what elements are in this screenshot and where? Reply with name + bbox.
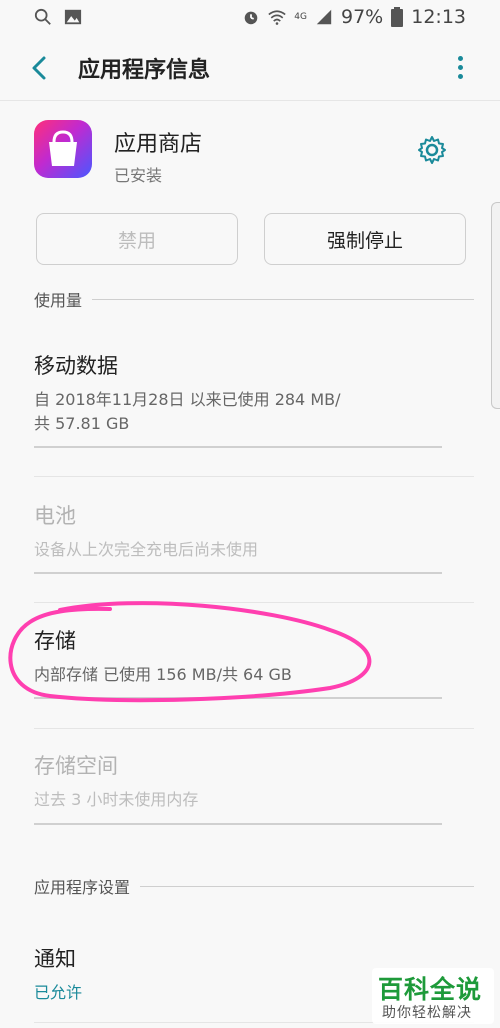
storage-item[interactable]: 存储 内部存储 已使用 156 MB/共 64 GB bbox=[34, 625, 444, 687]
clock: 12:13 bbox=[411, 6, 466, 28]
mobile-data-title: 移动数据 bbox=[34, 354, 118, 378]
mobile-data-subtitle: 自 2018年11月28日 以来已使用 284 MB/ 共 57.81 GB bbox=[34, 388, 444, 436]
battery-item[interactable]: 电池 设备从上次完全充电后尚未使用 bbox=[34, 500, 444, 562]
disable-button[interactable]: 禁用 bbox=[36, 213, 238, 265]
battery-usage-bar bbox=[34, 572, 442, 574]
app-settings-section-header: 应用程序设置 bbox=[34, 874, 474, 898]
scroll-edge-indicator bbox=[491, 202, 500, 409]
memory-usage-bar bbox=[34, 823, 442, 825]
app-header: 应用商店 已安装 bbox=[0, 102, 500, 202]
search-icon bbox=[34, 8, 51, 25]
app-store-logo-icon bbox=[34, 120, 92, 178]
watermark-subtitle: 助你轻松解决 bbox=[382, 1005, 472, 1021]
mobile-data-item[interactable]: 移动数据 自 2018年11月28日 以来已使用 284 MB/ 共 57.81… bbox=[34, 350, 444, 436]
alarm-icon bbox=[244, 11, 258, 25]
list-divider bbox=[34, 602, 474, 603]
storage-title: 存储 bbox=[34, 629, 76, 653]
status-bar: 4G 97% 12:13 bbox=[0, 0, 500, 36]
section-divider bbox=[140, 885, 474, 887]
app-install-status: 已安装 bbox=[114, 166, 163, 185]
storage-usage-bar bbox=[34, 697, 442, 699]
list-divider bbox=[34, 728, 474, 729]
app-settings-section-label: 应用程序设置 bbox=[34, 878, 131, 897]
image-icon bbox=[64, 9, 82, 25]
signal-icon bbox=[316, 9, 332, 25]
memory-item[interactable]: 存储空间 过去 3 小时未使用内存 bbox=[34, 750, 444, 812]
force-stop-button[interactable]: 强制停止 bbox=[264, 213, 466, 265]
status-left-icons bbox=[34, 8, 82, 26]
mobile-data-subtitle-line2: 共 57.81 GB bbox=[34, 414, 130, 433]
app-name: 应用商店 bbox=[114, 132, 203, 157]
battery-icon bbox=[391, 7, 404, 27]
page-title: 应用程序信息 bbox=[78, 58, 211, 83]
section-divider bbox=[92, 298, 474, 300]
battery-percent: 97% bbox=[341, 6, 384, 28]
usage-section-label: 使用量 bbox=[34, 291, 83, 310]
battery-title: 电池 bbox=[34, 504, 76, 528]
memory-title: 存储空间 bbox=[34, 754, 118, 778]
wifi-icon bbox=[268, 10, 286, 25]
app-bar: 应用程序信息 bbox=[0, 36, 500, 101]
storage-subtitle: 内部存储 已使用 156 MB/共 64 GB bbox=[34, 665, 292, 684]
usage-section-header: 使用量 bbox=[34, 287, 474, 311]
list-divider bbox=[34, 476, 474, 477]
back-arrow-icon[interactable] bbox=[22, 50, 58, 86]
network-type-label: 4G bbox=[294, 12, 307, 22]
memory-subtitle: 过去 3 小时未使用内存 bbox=[34, 790, 199, 809]
mobile-data-subtitle-line1: 自 2018年11月28日 以来已使用 284 MB/ bbox=[34, 390, 341, 409]
gear-icon[interactable] bbox=[416, 134, 448, 166]
mobile-data-usage-bar bbox=[34, 446, 442, 448]
more-options-icon[interactable] bbox=[450, 52, 470, 84]
status-right: 4G 97% 12:13 bbox=[242, 6, 466, 28]
watermark-title: 百科全说 bbox=[378, 975, 483, 1004]
watermark-logo: 百科全说 助你轻松解决 bbox=[372, 968, 494, 1024]
battery-subtitle: 设备从上次完全充电后尚未使用 bbox=[34, 540, 259, 559]
